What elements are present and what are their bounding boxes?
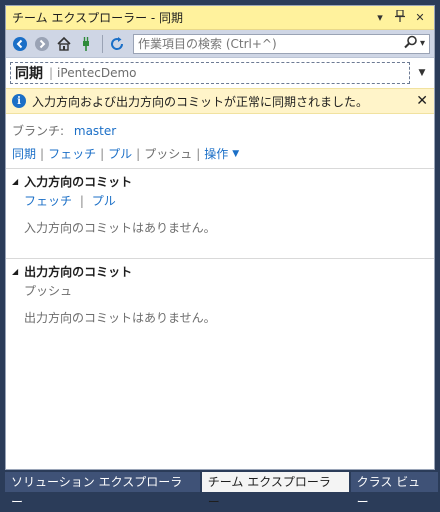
action-separator: | (40, 146, 45, 161)
search-box: ▾ (133, 33, 430, 54)
page-navigation: 同期 | iPentecDemo ▼ (6, 58, 434, 88)
fetch-link[interactable]: フェッチ (48, 145, 96, 162)
outgoing-commits-section: ◢ 出力方向のコミット プッシュ 出力方向のコミットはありません。 (6, 259, 434, 334)
repository-name: iPentecDemo (57, 66, 137, 80)
pin-icon[interactable] (392, 9, 408, 25)
connect-plug-icon[interactable] (76, 34, 96, 54)
tab-team-explorer[interactable]: チーム エクスプローラー (201, 472, 349, 509)
sync-link[interactable]: 同期 (12, 145, 36, 162)
page-selector-dropdown-icon[interactable]: ▼ (414, 68, 430, 78)
actions-menu-link[interactable]: 操作 (204, 145, 228, 162)
incoming-pull-link[interactable]: プル (92, 194, 116, 208)
info-icon: i (12, 94, 26, 108)
collapse-triangle-icon[interactable]: ◢ (12, 177, 18, 186)
push-link-disabled: プッシュ (144, 147, 193, 161)
branch-row: ブランチ: master (6, 114, 434, 139)
page-selector[interactable]: 同期 | iPentecDemo (10, 62, 410, 84)
forward-icon[interactable] (32, 34, 52, 54)
tab-solution-explorer[interactable]: ソリューション エクスプローラー (5, 472, 200, 509)
incoming-commits-section: ◢ 入力方向のコミット フェッチ | プル 入力方向のコミットはありません。 (6, 169, 434, 244)
branch-label: ブランチ: (12, 124, 65, 138)
window-position-dropdown-icon[interactable]: ▾ (372, 11, 388, 24)
incoming-commits-title: 入力方向のコミット (24, 175, 133, 189)
back-icon[interactable] (10, 34, 30, 54)
bottom-tool-tabs: ソリューション エクスプローラー チーム エクスプローラー クラス ビュー (5, 472, 440, 509)
home-icon[interactable] (54, 34, 74, 54)
team-explorer-window: チーム エクスプローラー - 同期 ▾ ✕ 作業項目の検索 (Ctrl+^) ▾… (5, 5, 435, 470)
collapse-triangle-icon[interactable]: ◢ (12, 267, 18, 276)
incoming-actions: フェッチ | プル (12, 192, 428, 209)
outgoing-commits-title: 出力方向のコミット (24, 265, 133, 279)
close-info-icon[interactable]: ✕ (416, 93, 428, 109)
action-separator: | (136, 146, 141, 161)
search-input[interactable] (138, 36, 404, 51)
window-title: チーム エクスプローラー - 同期 (12, 11, 184, 25)
current-page-label: 同期 (15, 66, 43, 82)
sync-actions: 同期 | フェッチ | プル | プッシュ | 操作 ▼ (6, 139, 434, 168)
action-separator: | (79, 194, 84, 208)
info-bar: i 入力方向および出力方向のコミットが正常に同期されました。 ✕ (6, 88, 434, 114)
incoming-empty-message: 入力方向のコミットはありません。 (24, 221, 216, 235)
search-icon[interactable] (404, 35, 418, 52)
info-message: 入力方向および出力方向のコミットが正常に同期されました。 (32, 94, 369, 109)
action-separator: | (100, 146, 105, 161)
pull-link[interactable]: プル (108, 145, 132, 162)
outgoing-actions: プッシュ (12, 282, 428, 299)
incoming-commits-header[interactable]: ◢ 入力方向のコミット (12, 173, 428, 190)
incoming-fetch-link[interactable]: フェッチ (24, 194, 72, 208)
search-tools: ▾ (404, 35, 425, 52)
close-window-icon[interactable]: ✕ (412, 11, 428, 24)
outgoing-push-link-disabled: プッシュ (24, 284, 73, 298)
branch-name-link[interactable]: master (74, 124, 116, 138)
title-bar: チーム エクスプローラー - 同期 ▾ ✕ (6, 6, 434, 30)
toolbar-separator (102, 34, 103, 53)
outgoing-empty-message: 出力方向のコミットはありません。 (24, 311, 216, 325)
refresh-icon[interactable] (107, 34, 127, 54)
toolbar: ▾ (6, 30, 434, 58)
outgoing-commits-header[interactable]: ◢ 出力方向のコミット (12, 263, 428, 280)
tab-class-view[interactable]: クラス ビュー (350, 472, 438, 509)
actions-dropdown-icon[interactable]: ▼ (232, 149, 239, 159)
action-separator: | (196, 146, 201, 161)
search-options-dropdown-icon[interactable]: ▾ (420, 38, 425, 49)
page-separator: | (49, 66, 54, 80)
